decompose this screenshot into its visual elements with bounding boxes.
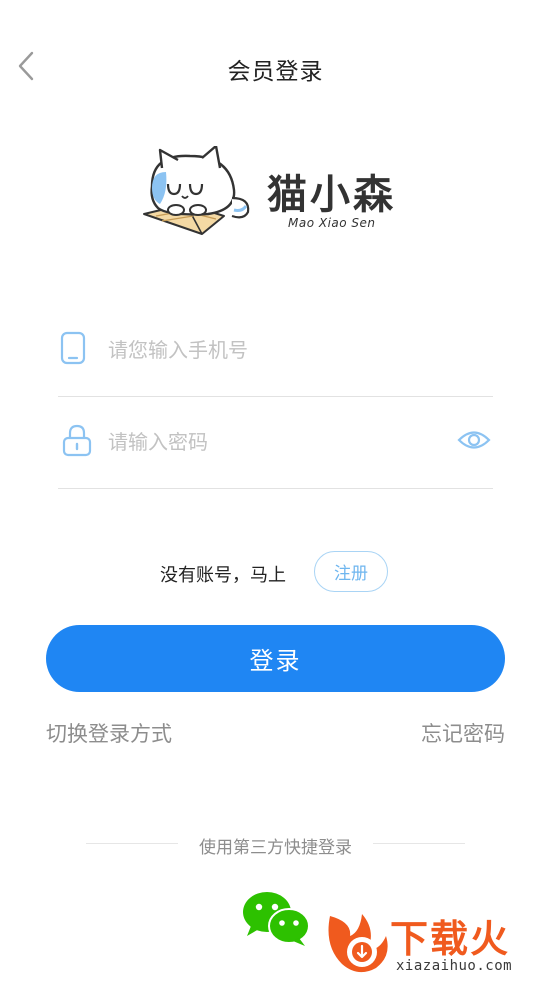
third-party-label: 使用第三方快捷登录 (199, 838, 352, 858)
watermark-text: 下载火 (390, 917, 511, 961)
logo-subtitle: Mao Xiao Sen (288, 216, 376, 230)
password-field-row (58, 396, 493, 489)
login-button[interactable]: 登录 (46, 625, 505, 692)
password-input[interactable] (108, 396, 438, 488)
flame-logo-icon (328, 914, 388, 973)
wechat-login-button[interactable] (241, 890, 311, 948)
phone-icon (60, 331, 86, 369)
watermark: 下载火 xiazaihuo.com (322, 906, 551, 981)
page-title: 会员登录 (227, 59, 324, 85)
logo-title: 猫小森 (267, 172, 396, 218)
register-button[interactable]: 注册 (314, 551, 388, 592)
eye-icon[interactable] (457, 429, 491, 455)
register-prompt: 没有账号，马上 (160, 565, 286, 586)
switch-login-method-link[interactable]: 切换登录方式 (46, 718, 172, 748)
forgot-password-link[interactable]: 忘记密码 (421, 718, 505, 748)
lock-icon (60, 423, 94, 461)
phone-input[interactable] (108, 304, 438, 396)
watermark-url: xiazaihuo.com (396, 958, 513, 974)
cat-mascot-icon (143, 146, 250, 235)
wechat-icon (243, 892, 310, 946)
phone-field-row (58, 304, 493, 397)
